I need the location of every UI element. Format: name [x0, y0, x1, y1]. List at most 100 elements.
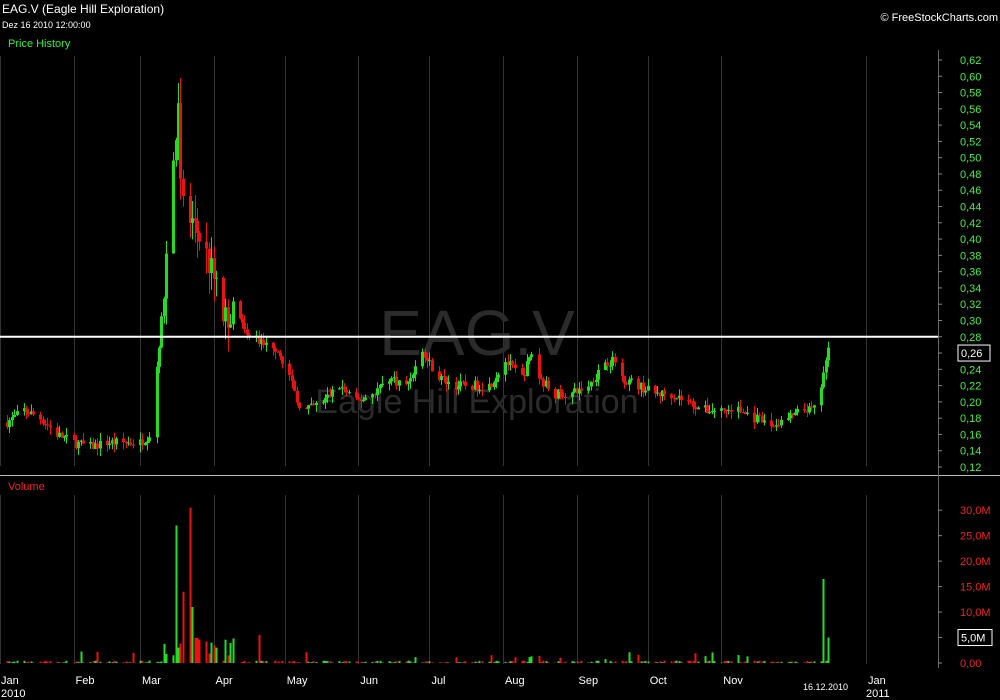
- volume-bar: [571, 661, 574, 663]
- volume-bar: [820, 661, 823, 663]
- price-tick-label: 0,58: [960, 88, 981, 100]
- volume-bar: [623, 662, 626, 663]
- volume-bar: [780, 661, 783, 663]
- volume-bar: [405, 661, 408, 663]
- volume-bar: [11, 661, 14, 663]
- candle-body: [379, 384, 382, 389]
- candle-body: [827, 347, 830, 361]
- volume-bar: [322, 660, 325, 663]
- candle-body: [73, 434, 76, 441]
- month-label: Feb: [76, 675, 95, 687]
- candle-body: [65, 434, 68, 437]
- candle-body: [357, 397, 360, 400]
- price-tick-label: 0,30: [960, 315, 981, 327]
- volume-bar: [281, 660, 284, 663]
- candle-body: [421, 351, 424, 367]
- candle-body: [63, 436, 66, 438]
- volume-bar: [274, 660, 277, 663]
- volume-bar: [443, 662, 446, 663]
- last-price-label: 0,26: [961, 348, 982, 360]
- volume-bar: [772, 661, 775, 663]
- volume-bar: [414, 657, 417, 663]
- copyright-link[interactable]: © FreeStockCharts.com: [880, 12, 998, 24]
- price-tick-label: 0,22: [960, 381, 981, 393]
- candle-body: [647, 385, 650, 391]
- volume-bar: [374, 661, 377, 663]
- cursor-date-label: 16.12.2010: [803, 682, 848, 692]
- candle-body: [82, 440, 85, 444]
- candle-body: [587, 386, 590, 391]
- candle-body: [630, 378, 633, 380]
- volume-bar: [49, 661, 52, 663]
- candle-body: [191, 218, 194, 223]
- volume-bar: [528, 657, 531, 663]
- volume-bar: [530, 656, 533, 663]
- volume-bar: [395, 661, 398, 663]
- candle-body: [739, 406, 742, 413]
- volume-bar: [730, 661, 733, 663]
- candle-body: [763, 420, 766, 423]
- volume-bar: [357, 662, 360, 663]
- volume-bar: [464, 661, 467, 663]
- candle-body: [609, 365, 612, 367]
- volume-bar: [376, 660, 379, 663]
- volume-bar: [108, 661, 111, 663]
- volume-bar: [507, 662, 510, 663]
- volume-bar: [670, 661, 673, 663]
- volume-bar: [96, 651, 99, 663]
- volume-bar: [675, 660, 678, 663]
- volume-bar: [198, 639, 201, 663]
- volume-bar: [424, 661, 427, 663]
- candle-body: [25, 408, 28, 413]
- volume-bar: [808, 662, 811, 663]
- volume-bar: [421, 662, 424, 663]
- candle-body: [595, 379, 598, 382]
- candle-body: [312, 403, 315, 406]
- candle-body: [27, 412, 30, 415]
- candle-body: [592, 381, 595, 383]
- candle-body: [175, 140, 178, 161]
- volume-bar: [592, 662, 595, 663]
- volume-bar: [595, 660, 598, 663]
- candle-body: [476, 380, 479, 391]
- volume-bar: [504, 661, 507, 663]
- volume-bar: [277, 661, 280, 663]
- candle-body: [165, 253, 168, 299]
- year-start-label: 2010: [1, 688, 25, 700]
- volume-bar: [165, 654, 168, 663]
- volume-bar: [678, 661, 681, 663]
- candle-body: [414, 366, 417, 375]
- candle-body: [459, 381, 462, 387]
- candle-body: [265, 342, 268, 345]
- volume-bar: [478, 660, 481, 663]
- price-tick-label: 0,52: [960, 136, 981, 148]
- volume-bar: [210, 642, 213, 663]
- volume-bar: [163, 643, 166, 663]
- volume-bar: [777, 661, 780, 663]
- candle-body: [625, 383, 628, 385]
- candle-body: [381, 383, 384, 385]
- price-tick-label: 0,24: [960, 364, 981, 376]
- price-tick-label: 0,50: [960, 153, 981, 165]
- candle-body: [141, 439, 144, 446]
- stock-chart[interactable]: EAG.V Eagle Hill Exploration EAG.V (Eagl…: [0, 0, 1000, 700]
- volume-bar: [296, 662, 299, 663]
- candle-body: [198, 232, 201, 242]
- volume-bar: [775, 662, 778, 663]
- volume-bar: [77, 661, 80, 663]
- volume-bar: [526, 661, 529, 663]
- volume-bar: [13, 661, 16, 663]
- candle-body: [547, 380, 550, 389]
- volume-bar: [58, 662, 61, 663]
- volume-tick-label: 0,00: [960, 658, 981, 670]
- candle-body: [559, 389, 562, 392]
- volume-bar: [255, 660, 258, 663]
- volume-bar: [398, 660, 401, 663]
- price-tick-label: 0,16: [960, 429, 981, 441]
- volume-bar: [298, 662, 301, 663]
- volume-bar: [215, 647, 218, 663]
- volume-bar: [371, 661, 374, 663]
- volume-tick-label: 25,0M: [960, 531, 991, 543]
- candle-body: [481, 389, 484, 391]
- candle-body: [495, 377, 498, 383]
